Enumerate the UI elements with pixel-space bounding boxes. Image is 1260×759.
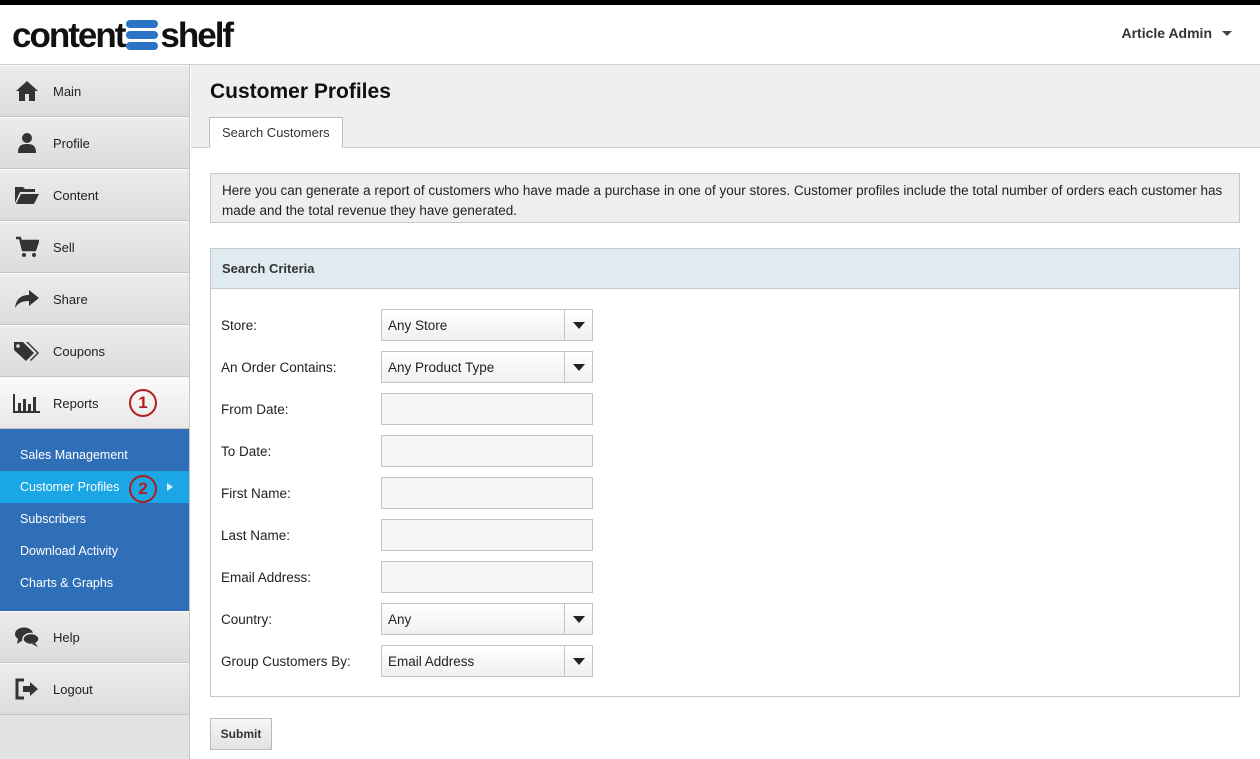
last-name-input[interactable] xyxy=(381,519,593,551)
annotation-badge-2: 2 xyxy=(129,475,157,503)
sidebar-item-label: Reports xyxy=(53,395,99,411)
group-by-select[interactable]: Email Address xyxy=(381,645,593,677)
sidebar-item-sell[interactable]: Sell xyxy=(0,221,189,273)
sidebar-item-profile[interactable]: Profile xyxy=(0,117,189,169)
from-date-input[interactable] xyxy=(381,393,593,425)
app-header: content shelf Article Admin xyxy=(0,5,1260,65)
submit-button[interactable]: Submit xyxy=(210,718,272,750)
first-name-label: First Name: xyxy=(221,485,291,501)
logo-stack-icon xyxy=(126,19,159,51)
country-select-value: Any xyxy=(388,611,412,627)
first-name-input[interactable] xyxy=(381,477,593,509)
order-contains-select[interactable]: Any Product Type xyxy=(381,351,593,383)
chevron-down-icon xyxy=(564,604,592,634)
bar-chart-icon xyxy=(13,391,41,415)
annotation-badge-1: 1 xyxy=(129,389,157,417)
submenu-item-label: Customer Profiles xyxy=(20,480,120,494)
chevron-down-icon xyxy=(564,352,592,382)
arrow-right-icon xyxy=(167,483,173,491)
form-row-to-date: To Date: xyxy=(221,435,593,467)
chat-bubbles-icon xyxy=(13,625,41,649)
store-select-value: Any Store xyxy=(388,317,448,333)
sidebar-item-content[interactable]: Content xyxy=(0,169,189,221)
submenu-item-customer-profiles[interactable]: Customer Profiles xyxy=(0,471,189,503)
email-label: Email Address: xyxy=(221,569,312,585)
sidebar-item-label: Sell xyxy=(53,239,75,255)
info-description: Here you can generate a report of custom… xyxy=(210,173,1240,223)
caret-down-icon xyxy=(1222,30,1232,36)
home-icon xyxy=(13,79,41,103)
contentshelf-logo[interactable]: content shelf xyxy=(12,15,234,55)
sidebar-item-reports[interactable]: Reports xyxy=(0,377,189,429)
user-icon xyxy=(13,131,41,155)
page-title: Customer Profiles xyxy=(210,80,391,103)
share-arrow-icon xyxy=(13,287,41,311)
sidebar-item-label: Coupons xyxy=(53,343,106,359)
submenu-item-download-activity[interactable]: Download Activity xyxy=(0,535,189,567)
from-date-label: From Date: xyxy=(221,401,289,417)
group-by-label: Group Customers By: xyxy=(221,653,351,669)
tags-icon xyxy=(13,339,41,363)
form-row-from-date: From Date: xyxy=(221,393,593,425)
form-row-last-name: Last Name: xyxy=(221,519,593,551)
form-row-country: Country: Any xyxy=(221,603,593,635)
form-row-order-contains: An Order Contains: Any Product Type xyxy=(221,351,593,383)
sidebar-item-share[interactable]: Share xyxy=(0,273,189,325)
last-name-label: Last Name: xyxy=(221,527,291,543)
sidebar-item-label: Main xyxy=(53,83,82,99)
cart-icon xyxy=(13,235,41,259)
logo-text-right: shelf xyxy=(160,15,234,55)
user-menu[interactable]: Article Admin xyxy=(1121,25,1232,41)
form-row-first-name: First Name: xyxy=(221,477,593,509)
search-criteria-heading: Search Criteria xyxy=(211,249,1239,289)
main-content: Customer Profiles Search Customers Here … xyxy=(191,65,1260,759)
country-label: Country: xyxy=(221,611,273,627)
to-date-label: To Date: xyxy=(221,443,272,459)
tab-search-customers[interactable]: Search Customers xyxy=(209,117,343,148)
sidebar-item-label: Help xyxy=(53,629,80,645)
submenu-item-subscribers[interactable]: Subscribers xyxy=(0,503,189,535)
user-name: Article Admin xyxy=(1121,25,1213,41)
submenu-item-sales-management[interactable]: Sales Management xyxy=(0,439,189,471)
store-select[interactable]: Any Store xyxy=(381,309,593,341)
form-row-store: Store: Any Store xyxy=(221,309,593,341)
logout-icon xyxy=(13,677,41,701)
store-label: Store: xyxy=(221,317,258,333)
group-by-select-value: Email Address xyxy=(388,653,475,669)
order-contains-label: An Order Contains: xyxy=(221,359,337,375)
sidebar-item-label: Logout xyxy=(53,681,93,697)
country-select[interactable]: Any xyxy=(381,603,593,635)
sidebar-item-help[interactable]: Help xyxy=(0,611,189,663)
chevron-down-icon xyxy=(564,646,592,676)
email-input[interactable] xyxy=(381,561,593,593)
reports-submenu: Sales Management Customer Profiles Subsc… xyxy=(0,429,189,611)
form-row-email: Email Address: xyxy=(221,561,593,593)
sidebar: Main Profile Content Sell Share Coupons xyxy=(0,65,190,759)
folder-open-icon xyxy=(13,183,41,207)
search-criteria-panel: Search Criteria Store: Any Store An Orde… xyxy=(210,248,1240,697)
sidebar-item-logout[interactable]: Logout xyxy=(0,663,189,715)
order-contains-select-value: Any Product Type xyxy=(388,359,495,375)
sidebar-item-label: Share xyxy=(53,291,88,307)
sidebar-item-label: Profile xyxy=(53,135,90,151)
to-date-input[interactable] xyxy=(381,435,593,467)
submenu-item-charts-graphs[interactable]: Charts & Graphs xyxy=(0,567,189,599)
sidebar-item-coupons[interactable]: Coupons xyxy=(0,325,189,377)
sidebar-item-label: Content xyxy=(53,187,99,203)
chevron-down-icon xyxy=(564,310,592,340)
logo-text-left: content xyxy=(12,15,126,55)
title-band: Customer Profiles Search Customers xyxy=(191,65,1260,148)
form-row-group-by: Group Customers By: Email Address xyxy=(221,645,593,677)
sidebar-item-main[interactable]: Main xyxy=(0,65,189,117)
